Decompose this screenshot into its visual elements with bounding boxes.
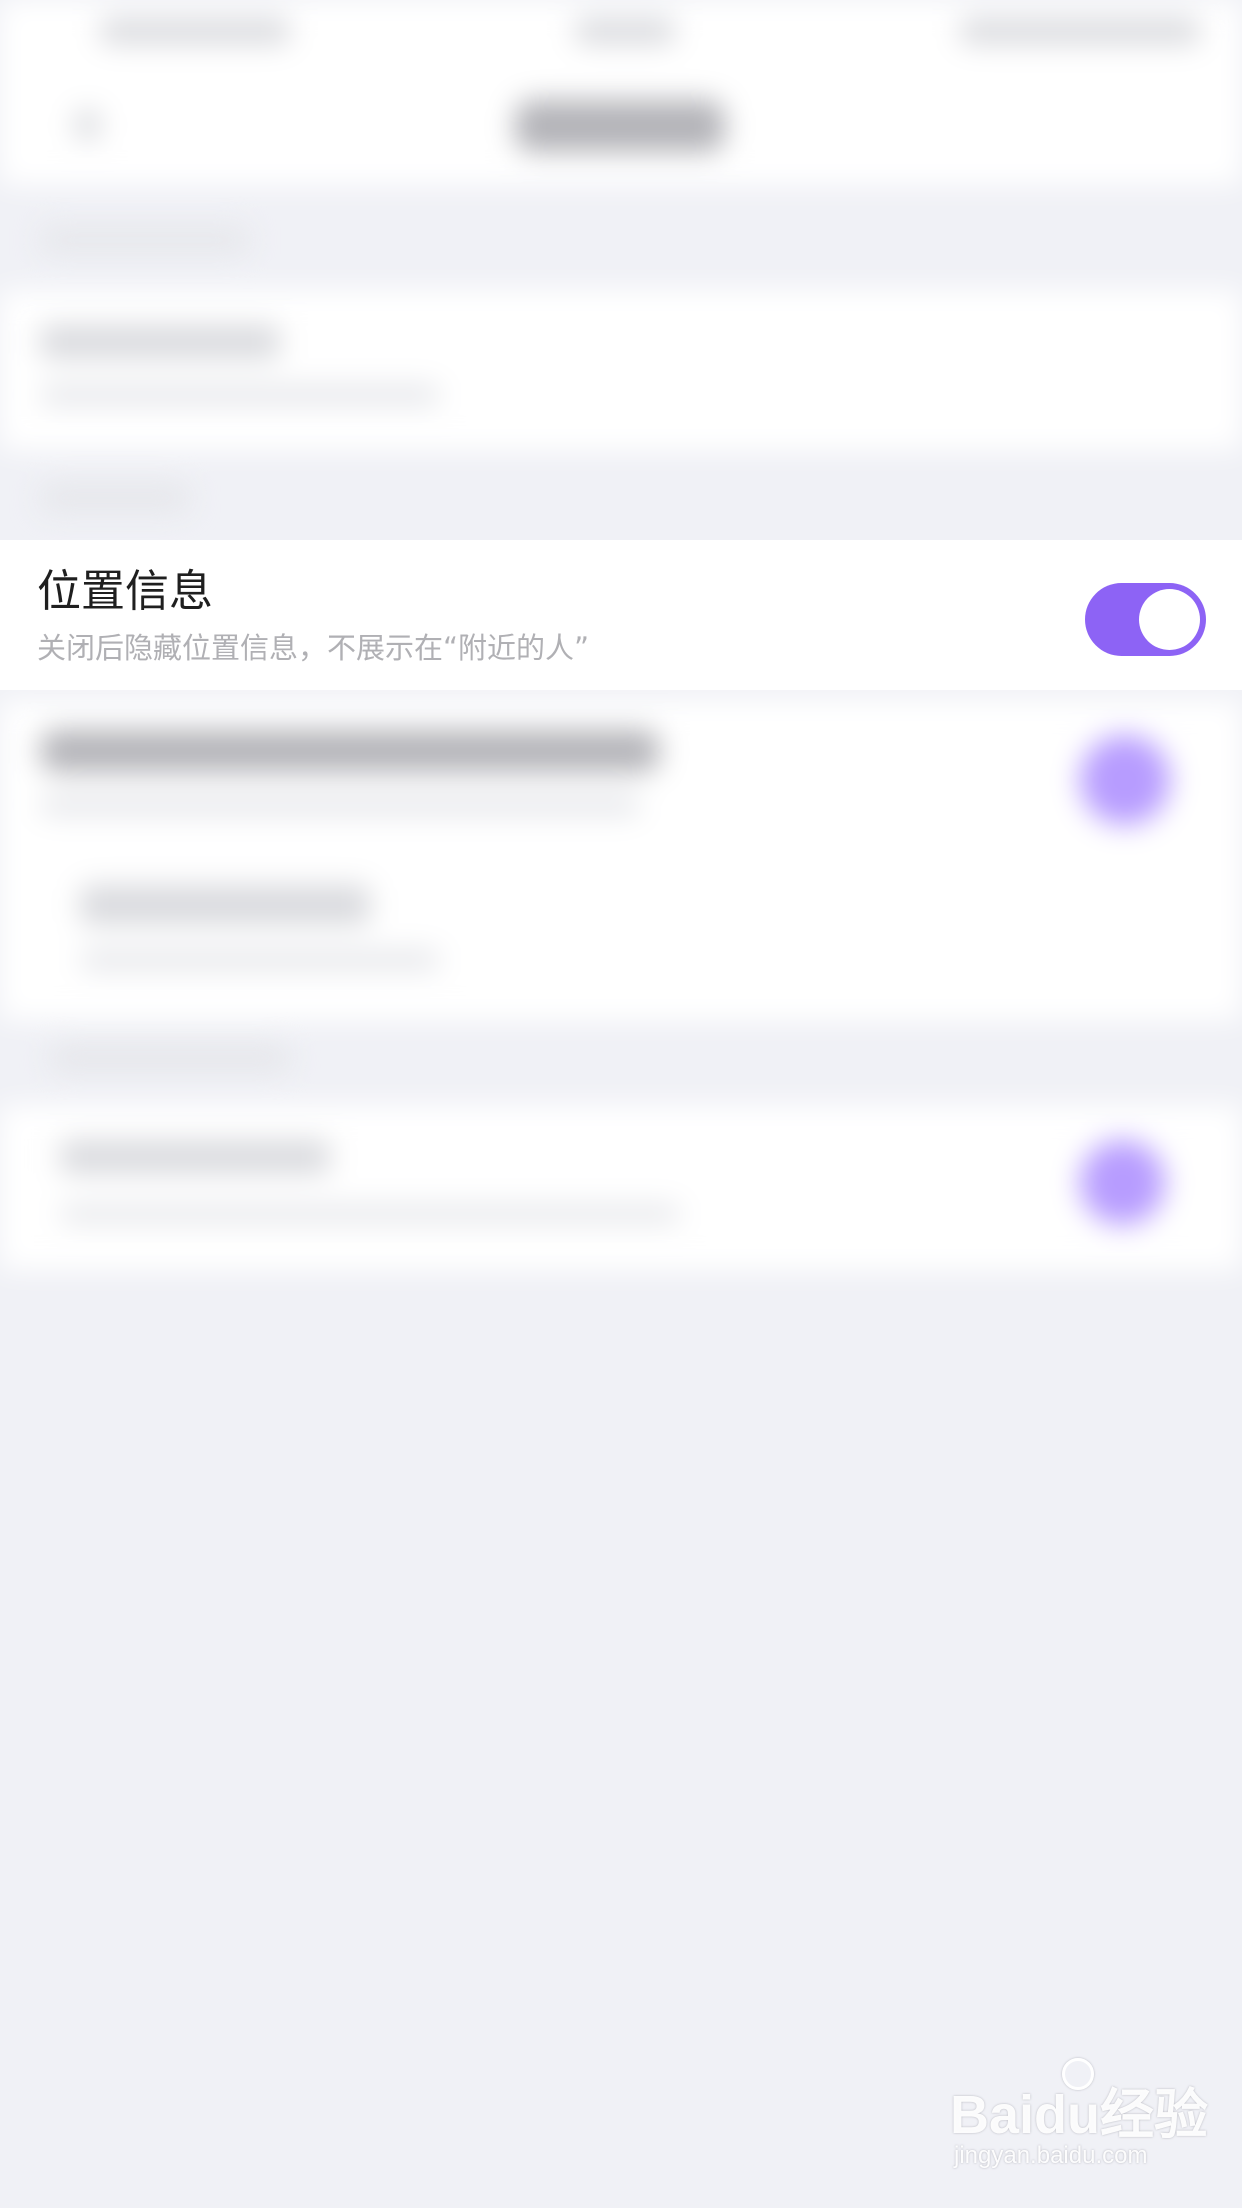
blurred-row-desc <box>60 1205 680 1223</box>
blurred-section-header <box>50 1045 290 1071</box>
blurred-section-header <box>40 485 190 511</box>
blurred-row <box>0 290 1242 450</box>
blurred-nav-bar <box>0 0 1242 185</box>
baidu-watermark: Baidu经验 jingyan.baidu.com <box>950 2058 1208 2190</box>
blurred-row <box>0 1105 1242 1270</box>
blurred-row-title <box>40 730 660 772</box>
location-setting-title: 位置信息 <box>37 566 213 617</box>
blurred-background <box>0 0 1242 2208</box>
location-setting-description: 关闭后隐藏位置信息，不展示在“附近的人” <box>37 631 590 665</box>
blurred-status-center <box>575 18 675 44</box>
toggle-knob <box>1139 589 1200 650</box>
blurred-back-icon <box>75 110 100 140</box>
blurred-row-desc <box>40 385 440 405</box>
blurred-row-desc <box>40 795 640 815</box>
blurred-section-header <box>40 228 250 252</box>
blurred-toggle <box>1080 1140 1165 1225</box>
blurred-row <box>0 700 1242 1020</box>
watermark-url: jingyan.baidu.com <box>954 2142 1148 2169</box>
blurred-toggle <box>1080 735 1170 825</box>
location-toggle-switch[interactable] <box>1085 583 1206 656</box>
blurred-row-desc <box>80 950 440 970</box>
blurred-row-title <box>60 1140 330 1174</box>
paw-logo-icon <box>1062 2058 1094 2090</box>
blurred-page-title <box>515 100 725 152</box>
blurred-status-right <box>960 18 1200 44</box>
blurred-row-title <box>40 325 280 359</box>
location-setting-row: 位置信息 关闭后隐藏位置信息，不展示在“附近的人” <box>0 540 1242 690</box>
blurred-status-left <box>100 18 290 44</box>
blurred-row-title <box>80 885 370 925</box>
